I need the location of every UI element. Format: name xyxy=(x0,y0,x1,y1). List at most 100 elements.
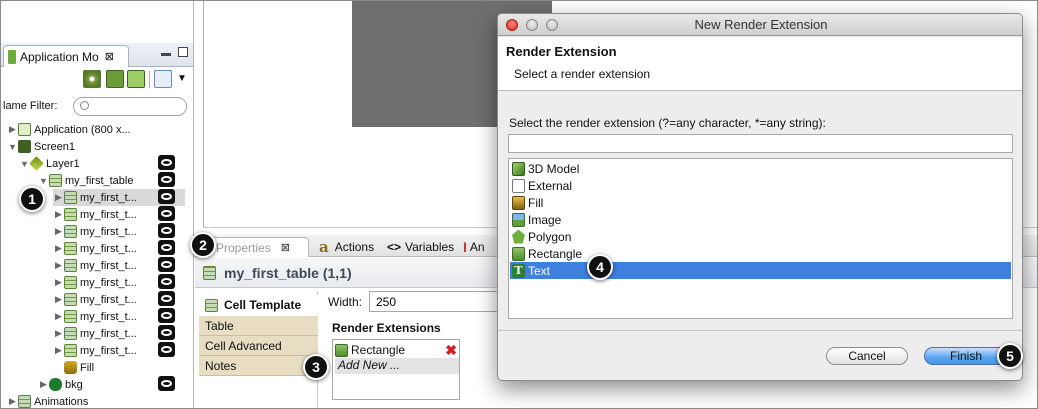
name-filter-label: lame Filter: xyxy=(3,100,58,112)
collapse-arrow-icon[interactable]: ▼ xyxy=(38,176,49,186)
tree-item-application[interactable]: ▶ Application (800 x... xyxy=(7,121,131,138)
name-filter-input[interactable] xyxy=(73,97,187,116)
visibility-eye-icon[interactable] xyxy=(158,274,175,289)
visibility-eye-icon[interactable] xyxy=(158,189,175,204)
collapse-arrow-icon[interactable]: ▼ xyxy=(19,159,30,169)
tree-item-cell[interactable]: ▶ my_first_t... xyxy=(53,325,137,342)
banner-title: Render Extension xyxy=(506,44,617,59)
extension-label: 3D Model xyxy=(528,161,580,176)
visibility-eye-icon[interactable] xyxy=(158,155,175,170)
callout-marker: 2 xyxy=(190,232,216,258)
expand-arrow-icon[interactable]: ▶ xyxy=(53,192,64,203)
expand-arrow-icon[interactable]: ▶ xyxy=(7,124,18,135)
visibility-eye-icon[interactable] xyxy=(158,342,175,357)
expand-arrow-icon[interactable]: ▶ xyxy=(53,243,64,254)
tree-item-cell[interactable]: ▶ my_first_t... xyxy=(53,257,137,274)
tab-animations[interactable]: I An xyxy=(457,237,491,257)
visibility-eye-icon[interactable] xyxy=(158,206,175,221)
delete-icon[interactable]: ✖ xyxy=(445,342,457,358)
visibility-eye-icon[interactable] xyxy=(158,223,175,238)
extension-filter-input[interactable] xyxy=(508,134,1013,153)
list-item-selected[interactable]: T Text xyxy=(510,262,1011,279)
tab-notes[interactable]: Notes xyxy=(199,356,318,376)
extension-label: Image xyxy=(528,212,562,227)
tab-variables[interactable]: <> Variables xyxy=(381,237,460,257)
tree-item-fill[interactable]: Fill xyxy=(64,359,94,376)
tree-item-animations[interactable]: ▶ Animations xyxy=(7,393,88,408)
tab-properties[interactable]: Properties ⊠ xyxy=(209,237,309,257)
maximize-icon[interactable] xyxy=(178,47,188,57)
tab-actions[interactable]: a Actions xyxy=(313,237,380,257)
tree-item-label: Application (800 x... xyxy=(34,123,131,136)
close-icon[interactable]: ⊠ xyxy=(281,241,290,254)
dialog-titlebar[interactable]: New Render Extension xyxy=(498,14,1022,36)
collapse-arrow-icon[interactable]: ▼ xyxy=(7,142,18,152)
visibility-eye-icon[interactable] xyxy=(158,257,175,272)
expand-arrow-icon[interactable]: ▶ xyxy=(53,328,64,339)
collapse-all-icon[interactable] xyxy=(106,70,124,88)
tree-item-label: my_first_t... xyxy=(80,208,137,221)
dialog-body: Select the render extension (?=any chara… xyxy=(498,92,1022,320)
tree-item-cell[interactable]: ▶ my_first_t... xyxy=(53,240,137,257)
tab-table-label: Table xyxy=(205,318,234,333)
tree-item-cell[interactable]: ▶ my_first_t... xyxy=(53,308,137,325)
dialog-title: New Render Extension xyxy=(694,17,828,32)
list-item[interactable]: External xyxy=(510,177,1011,194)
expand-arrow-icon[interactable]: ▶ xyxy=(7,396,18,407)
expand-arrow-icon[interactable]: ▶ xyxy=(53,294,64,305)
dialog-separator xyxy=(498,330,1022,331)
cancel-button[interactable]: Cancel xyxy=(826,347,908,365)
tree-item-cell[interactable]: ▶ my_first_t... xyxy=(53,223,137,240)
tab-cell-advanced[interactable]: Cell Advanced xyxy=(199,336,318,356)
application-model-tab-icon xyxy=(8,49,16,64)
tree-item-bkg[interactable]: ▶ bkg xyxy=(38,376,83,393)
link-editor-icon[interactable] xyxy=(127,70,145,88)
expand-arrow-icon[interactable]: ▶ xyxy=(53,345,64,356)
polygon-icon xyxy=(512,229,525,244)
tab-cell-template[interactable]: Cell Template xyxy=(199,295,318,315)
visibility-eye-icon[interactable] xyxy=(158,325,175,340)
minimize-icon[interactable] xyxy=(161,53,171,56)
tree-item-label: my_first_table xyxy=(65,174,134,187)
callout-marker: 4 xyxy=(587,254,613,280)
visibility-eye-icon[interactable] xyxy=(158,308,175,323)
expand-arrow-icon[interactable]: ▶ xyxy=(53,226,64,237)
list-item[interactable]: Rectangle ✖ xyxy=(335,342,459,358)
settings-icon[interactable] xyxy=(83,70,101,88)
visibility-eye-icon[interactable] xyxy=(158,376,175,391)
tree-item-my-first-table[interactable]: ▼ my_first_table xyxy=(38,172,133,189)
expand-arrow-icon[interactable]: ▶ xyxy=(53,260,64,271)
expand-arrow-icon[interactable]: ▶ xyxy=(53,277,64,288)
expand-arrow-icon[interactable]: ▶ xyxy=(53,311,64,322)
list-item[interactable]: Rectangle xyxy=(510,245,1011,262)
new-item-icon[interactable] xyxy=(154,70,172,88)
tree-item-cell[interactable]: ▶ my_first_t... xyxy=(53,291,137,308)
tree-item-label: my_first_t... xyxy=(80,344,137,357)
tree-item-cell[interactable]: ▶ my_first_t... xyxy=(53,206,137,223)
tree-item-cell[interactable]: ▶ my_first_t... xyxy=(53,342,137,359)
list-item[interactable]: Image xyxy=(510,211,1011,228)
chevron-down-icon[interactable]: ▼ xyxy=(177,73,187,84)
expand-arrow-icon[interactable]: ▶ xyxy=(38,379,49,390)
tree-item-layer1[interactable]: ▼ Layer1 xyxy=(19,155,80,172)
render-extension-label: Rectangle xyxy=(351,343,406,357)
add-new-render-extension[interactable]: Add New ... xyxy=(335,358,459,374)
visibility-eye-icon[interactable] xyxy=(158,172,175,187)
close-icon[interactable]: ⊠ xyxy=(105,50,114,63)
animations-icon xyxy=(18,395,31,408)
tab-table[interactable]: Table xyxy=(199,316,318,336)
list-item[interactable]: Fill xyxy=(510,194,1011,211)
page-title: my_first_table (1,1) xyxy=(224,264,352,281)
tab-variables-label: Variables xyxy=(405,240,455,254)
list-item[interactable]: 3D Model xyxy=(510,160,1011,177)
tree-item-cell[interactable]: ▶ my_first_t... xyxy=(53,274,137,291)
tab-application-model[interactable]: Application Mo ⊠ xyxy=(3,45,129,67)
finish-button[interactable]: Finish xyxy=(924,347,1008,365)
expand-arrow-icon[interactable]: ▶ xyxy=(53,209,64,220)
visibility-eye-icon[interactable] xyxy=(158,240,175,255)
list-item[interactable]: Polygon xyxy=(510,228,1011,245)
visibility-eye-icon[interactable] xyxy=(158,291,175,306)
width-field[interactable] xyxy=(369,291,499,312)
tree-item-screen1[interactable]: ▼ Screen1 xyxy=(7,138,75,155)
extension-label: Text xyxy=(528,263,551,278)
